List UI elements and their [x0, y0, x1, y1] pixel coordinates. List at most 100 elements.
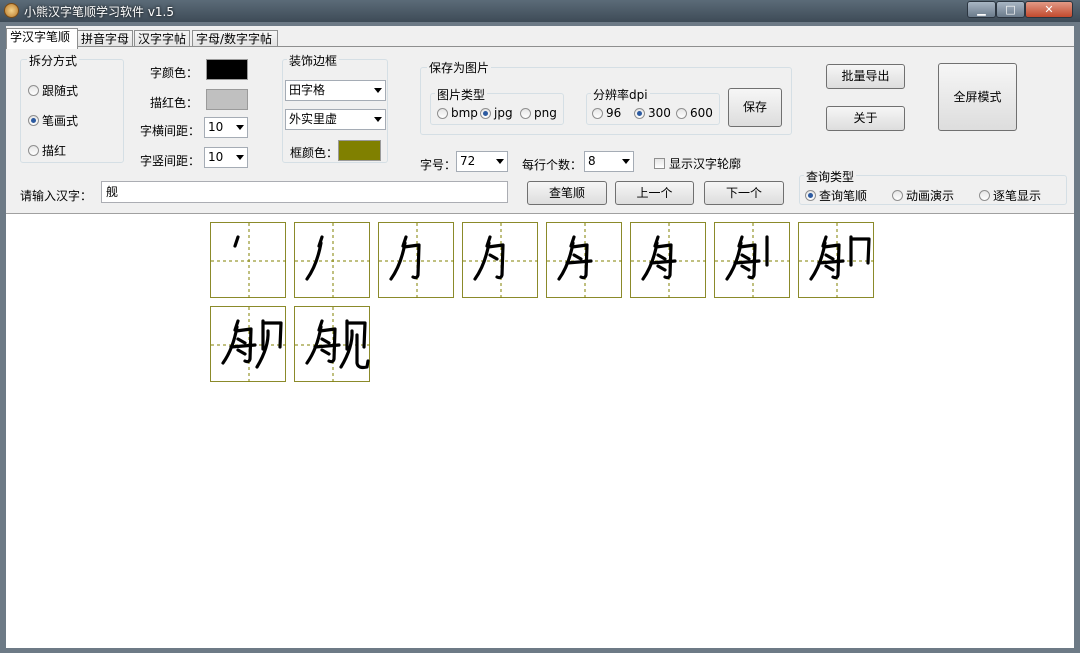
bear-app-icon	[4, 3, 19, 18]
radio-dot	[805, 190, 816, 201]
radio-stroke-by-stroke[interactable]: 逐笔显示	[979, 187, 1041, 204]
char-color-swatch[interactable]	[206, 59, 248, 80]
radio-dot	[592, 107, 603, 119]
about-button[interactable]: 关于	[826, 106, 905, 131]
glyph-stroke	[488, 253, 499, 261]
radio-dot	[28, 85, 39, 96]
combo-value: 田字格	[289, 83, 326, 97]
stroke-step-cell	[462, 222, 539, 299]
glyph-stroke	[313, 343, 341, 349]
radio-bmp[interactable]: bmp	[437, 106, 478, 120]
maximize-button[interactable]: □	[996, 1, 1025, 18]
frame-color-label: 框颜色：	[290, 146, 339, 160]
stroke-step-cell	[294, 306, 371, 383]
outline-checkbox[interactable]: 显示汉字轮廓	[654, 155, 741, 172]
font-size-select[interactable]: 72	[456, 151, 508, 172]
trace-color-label: 描红色：	[150, 96, 199, 110]
frame-color-swatch[interactable]	[338, 140, 381, 161]
chevron-down-icon	[496, 159, 504, 164]
glyph-stroke	[320, 337, 331, 345]
char-input[interactable]: 舰	[101, 181, 508, 203]
chevron-down-icon	[374, 88, 382, 93]
radio-dot	[437, 107, 448, 119]
radio-png[interactable]: png	[520, 106, 557, 120]
char-color-label: 字颜色：	[150, 66, 199, 80]
stroke-step-glyph	[547, 223, 623, 299]
checkbox-label: 显示汉字轮廓	[669, 157, 742, 171]
radio-dpi-96[interactable]: 96	[592, 106, 621, 120]
radio-trace[interactable]: 描红	[28, 142, 66, 159]
batch-export-button[interactable]: 批量导出	[826, 64, 905, 89]
border-outline-select[interactable]: 外实里虚	[285, 109, 386, 130]
tab-copybook[interactable]: 汉字字帖	[134, 30, 190, 47]
stroke-step-glyph	[463, 223, 539, 299]
stroke-step-glyph	[295, 223, 371, 299]
border-style-select[interactable]: 田字格	[285, 80, 386, 101]
combo-value: 72	[460, 154, 476, 168]
glyph-stroke	[733, 259, 761, 265]
minimize-button[interactable]: ▁	[967, 1, 996, 18]
stroke-step-cell	[378, 222, 455, 299]
close-button[interactable]: ✕	[1025, 1, 1073, 18]
radio-dot	[634, 107, 645, 119]
radio-label: 动画演示	[906, 189, 955, 203]
radio-stroke[interactable]: 笔画式	[28, 112, 78, 129]
glyph-stroke	[849, 237, 871, 265]
tab-pinyin[interactable]: 拼音字母	[77, 30, 133, 47]
h-spacing-label: 字横间距：	[140, 124, 201, 138]
fullscreen-button[interactable]: 全屏模式	[938, 63, 1017, 131]
tab-letter-copybook[interactable]: 字母/数字字帖	[192, 30, 278, 47]
radio-animation[interactable]: 动画演示	[892, 187, 954, 204]
stroke-step-glyph	[799, 223, 875, 299]
tab-stroke-order[interactable]: 学汉字笔顺	[6, 28, 78, 49]
v-spacing-select[interactable]: 10	[204, 147, 248, 168]
radio-label: 300	[648, 106, 671, 120]
radio-label: png	[534, 106, 557, 120]
radio-label: 笔画式	[42, 114, 79, 128]
trace-color-swatch[interactable]	[206, 89, 248, 110]
stroke-step-glyph	[379, 223, 455, 299]
stroke-step-glyph	[295, 307, 371, 383]
radio-dot	[892, 190, 903, 201]
v-spacing-label: 字竖间距：	[140, 154, 201, 168]
radio-dot	[28, 145, 39, 156]
stroke-step-cell	[210, 306, 287, 383]
stroke-step-glyph	[631, 223, 707, 299]
next-button[interactable]: 下一个	[704, 181, 784, 205]
image-type-title: 图片类型	[435, 86, 488, 103]
radio-label: 跟随式	[42, 84, 79, 98]
glyph-stroke	[824, 264, 835, 272]
query-button[interactable]: 查笔顺	[527, 181, 607, 205]
combo-value: 10	[208, 150, 224, 164]
radio-label: 描红	[42, 144, 67, 158]
radio-label: 96	[606, 106, 622, 120]
per-row-select[interactable]: 8	[584, 151, 634, 172]
save-button[interactable]: 保存	[728, 88, 782, 127]
glyph-stroke	[740, 253, 751, 261]
chevron-down-icon	[236, 155, 244, 160]
glyph-stroke	[236, 337, 247, 345]
stroke-step-cell	[210, 222, 287, 299]
h-spacing-select[interactable]: 10	[204, 117, 248, 138]
stroke-step-glyph	[715, 223, 791, 299]
radio-follow[interactable]: 跟随式	[28, 82, 78, 99]
radio-label: 600	[690, 106, 713, 120]
radio-query-order[interactable]: 查询笔顺	[805, 187, 867, 204]
per-row-label: 每行个数：	[522, 158, 583, 172]
glyph-stroke	[233, 235, 240, 248]
glyph-stroke	[236, 348, 247, 356]
glyph-stroke	[320, 348, 331, 356]
stroke-step-glyph	[211, 223, 287, 299]
stroke-step-cell	[798, 222, 875, 299]
settings-panel: 拆分方式 跟随式 笔画式 描红 字颜色： 描红色： 字横间距： 10 字竖间距：…	[6, 46, 1074, 213]
radio-jpg[interactable]: jpg	[480, 106, 513, 120]
border-title: 装饰边框	[287, 52, 340, 69]
stroke-step-glyph	[211, 307, 287, 383]
glyph-stroke	[740, 264, 751, 272]
char-input-label: 请输入汉字：	[20, 189, 93, 203]
save-image-title: 保存为图片	[427, 59, 492, 76]
radio-dpi-300[interactable]: 300	[634, 106, 671, 120]
prev-button[interactable]: 上一个	[615, 181, 694, 205]
radio-dpi-600[interactable]: 600	[676, 106, 713, 120]
chevron-down-icon	[236, 125, 244, 130]
